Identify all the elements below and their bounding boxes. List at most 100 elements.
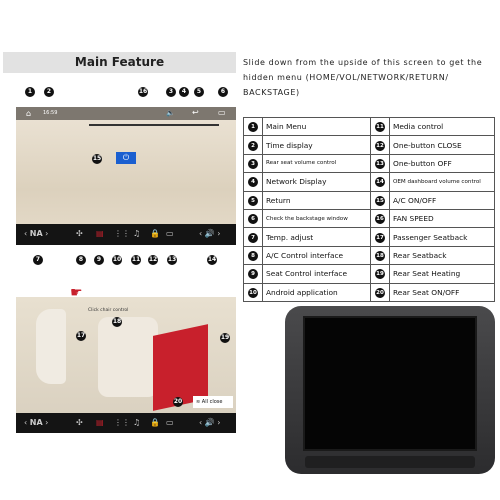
number-badge: 10 — [248, 287, 258, 298]
music-icon[interactable]: ♫ — [133, 229, 140, 238]
callout: 8 — [76, 255, 86, 265]
callout: 9 — [94, 255, 104, 265]
number-badge: 13 — [375, 158, 385, 169]
main-feature-title: Main Feature — [3, 52, 236, 73]
legend-row: 1 Main Menu 11 Media control — [243, 116, 495, 137]
legend-number: 10 — [243, 282, 263, 302]
callout: 16 — [138, 87, 148, 97]
backstage-icon[interactable]: ▭ — [218, 108, 226, 117]
legend-label: Android application — [262, 282, 371, 302]
number-badge: 11 — [375, 122, 385, 133]
time-display: 16:59 — [43, 110, 58, 116]
callout: 5 — [194, 87, 204, 97]
number-badge: 7 — [248, 232, 258, 243]
number-badge: 5 — [248, 195, 258, 206]
callout: 19 — [220, 333, 230, 343]
legend-number: 4 — [243, 172, 263, 192]
legend-label: Rear seat volume control — [262, 153, 371, 174]
legend-row: 6 Check the backstage window 16 FAN SPEED — [243, 208, 495, 229]
legend-number: 6 — [243, 208, 263, 229]
callout: 4 — [179, 87, 189, 97]
lock-icon[interactable]: 🔒 — [150, 418, 160, 427]
screen-off-icon[interactable]: ▭ — [166, 229, 174, 238]
number-badge: 3 — [248, 158, 258, 169]
seat-icon[interactable]: ▤ — [96, 418, 104, 427]
number-badge: 2 — [248, 140, 258, 151]
number-badge: 16 — [375, 214, 385, 225]
callout: 17 — [76, 331, 86, 341]
home-icon[interactable]: ⌂ — [26, 109, 31, 118]
device-photo — [285, 306, 495, 474]
callout: 12 — [148, 255, 158, 265]
bottom-bar: ‹ NA › ✣ ▤ ⋮⋮ ♫ 🔒 ▭ ‹ 🔊 › — [16, 224, 236, 245]
number-badge: 6 — [248, 214, 258, 225]
legend-number: 20 — [370, 282, 390, 302]
return-icon[interactable]: ↩ — [192, 108, 199, 117]
music-icon[interactable]: ♫ — [133, 418, 140, 427]
seat-screen: Click chair control 17 18 19 20 ≋ All cl… — [16, 297, 236, 433]
fan-icon[interactable]: ✣ — [76, 229, 83, 238]
all-close-button[interactable]: ≋ All close — [193, 396, 233, 408]
legend-number: 3 — [243, 153, 263, 174]
feature-legend-table: 1 Main Menu 11 Media control 2 Time display 1 2… — [243, 116, 495, 302]
number-badge: 8 — [248, 250, 258, 261]
legend-number: 11 — [370, 116, 390, 137]
legend-label: Media control — [389, 116, 495, 137]
number-badge: 18 — [375, 250, 385, 261]
legend-label: OEM dashboard volume control — [389, 172, 495, 192]
legend-label: Main Menu — [262, 116, 371, 137]
legend-number: 19 — [370, 264, 390, 284]
callout: 10 — [112, 255, 122, 265]
ac-power-button[interactable]: ⏻ — [116, 152, 136, 164]
temp-value: NA — [29, 418, 43, 427]
legend-label: Check the backstage window — [262, 208, 371, 229]
callout: 20 — [173, 397, 183, 407]
number-badge: 9 — [248, 269, 258, 280]
legend-row: 10 Android application 20 Rear Seat ON/OFF — [243, 282, 495, 302]
callout: 3 — [166, 87, 176, 97]
oem-volume-icon[interactable]: ‹ 🔊 › — [199, 229, 220, 238]
legend-label: Rear Seat ON/OFF — [389, 282, 495, 302]
legend-row: 8 A/C Control interface 18 Rear Seatback — [243, 245, 495, 266]
legend-row: 4 Network Display 14 OEM dashboard volume c… — [243, 172, 495, 192]
apps-icon[interactable]: ⋮⋮ — [114, 418, 130, 427]
number-badge: 4 — [248, 177, 258, 188]
legend-number: 18 — [370, 245, 390, 266]
legend-number: 15 — [370, 190, 390, 210]
rear-seat[interactable] — [98, 317, 158, 397]
apps-icon[interactable]: ⋮⋮ — [114, 229, 130, 238]
number-badge: 17 — [375, 232, 385, 243]
lock-icon[interactable]: 🔒 — [150, 229, 160, 238]
legend-label: Network Display — [262, 172, 371, 192]
chair-hint: Click chair control — [88, 308, 129, 313]
callout: 7 — [33, 255, 43, 265]
legend-number: 13 — [370, 153, 390, 174]
status-bar: ⌂ 16:59 🔈 ↩ ▭ — [16, 107, 236, 120]
screen-off-icon[interactable]: ▭ — [166, 418, 174, 427]
temp-adjust[interactable]: ‹ NA › — [24, 229, 48, 238]
device-screen — [303, 316, 477, 451]
number-badge: 1 — [248, 122, 258, 133]
number-badge: 14 — [375, 177, 385, 188]
passenger-seat[interactable] — [36, 309, 66, 384]
legend-label: Rear Seatback — [389, 245, 495, 266]
legend-row: 7 Temp. adjust 17 Passenger Seatback — [243, 227, 495, 247]
callout: 2 — [44, 87, 54, 97]
callout: 18 — [112, 317, 122, 327]
legend-row: 2 Time display 12 One-button CLOSE — [243, 135, 495, 155]
legend-number: 5 — [243, 190, 263, 210]
oem-volume-icon[interactable]: ‹ 🔊 › — [199, 418, 220, 427]
legend-label: One-button CLOSE — [389, 135, 495, 155]
legend-label: Time display — [262, 135, 371, 155]
legend-number: 9 — [243, 264, 263, 284]
seat-icon[interactable]: ▤ — [96, 229, 104, 238]
volume-icon[interactable]: 🔈 — [166, 109, 175, 117]
legend-row: 3 Rear seat volume control 13 One-button OF… — [243, 153, 495, 174]
callout: 6 — [218, 87, 228, 97]
device-base — [305, 456, 475, 468]
fan-icon[interactable]: ✣ — [76, 418, 83, 427]
callout: 14 — [207, 255, 217, 265]
all-close-label: All close — [201, 399, 223, 405]
temp-adjust[interactable]: ‹ NA › — [24, 418, 48, 427]
fan-speed-slider[interactable] — [89, 124, 219, 126]
